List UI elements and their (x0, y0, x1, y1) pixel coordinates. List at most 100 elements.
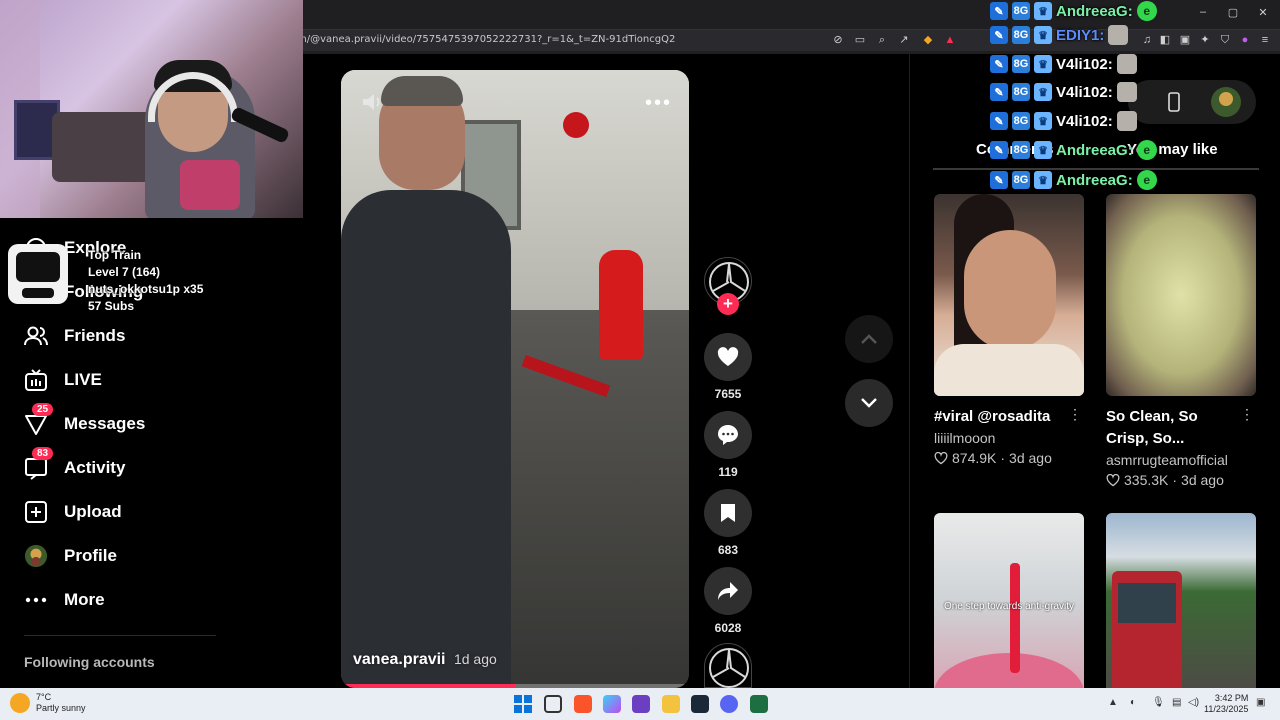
windows-start-icon[interactable] (514, 695, 532, 713)
floating-mini-toolbar (1128, 80, 1256, 124)
vip-badge-icon: ♛ (1034, 83, 1052, 101)
share-button[interactable] (704, 567, 752, 615)
author-handle[interactable]: vanea.pravii (353, 651, 446, 668)
microphone-icon[interactable]: 🎙 (1152, 697, 1165, 708)
sidebar-item-messages[interactable]: 25 Messages (24, 403, 145, 437)
save-action[interactable]: 683 (704, 489, 752, 557)
screen-icon[interactable]: ▭ (853, 33, 867, 47)
vpn-icon[interactable]: ⛉ (1218, 33, 1232, 47)
kebab-menu-icon[interactable]: ⋮ (1240, 406, 1254, 423)
sidebar-item-profile[interactable]: Profile (24, 543, 117, 569)
notification-icon[interactable]: ▣ (1256, 697, 1265, 708)
mod-badge-icon: ✎ (990, 112, 1008, 130)
sidebar-item-activity[interactable]: 83 Activity (24, 447, 125, 481)
file-explorer-icon[interactable] (662, 695, 680, 713)
copilot-icon[interactable] (603, 695, 621, 713)
music-icon[interactable]: ♫ (1140, 33, 1154, 47)
wallet-icon[interactable]: ▣ (1178, 33, 1192, 47)
follow-button[interactable]: + (717, 293, 739, 315)
app-icon[interactable] (632, 695, 650, 713)
address-bar[interactable]: m/@vanea.pravii/video/757547539705222273… (297, 29, 1280, 51)
task-view-icon[interactable] (544, 695, 562, 713)
card-date: 3d ago (1009, 450, 1052, 466)
clock-time: 3:42 PM (1214, 693, 1249, 703)
tray-overflow-icon[interactable]: ▲ (1108, 697, 1118, 708)
sidebar-item-upload[interactable]: Upload (24, 499, 122, 525)
dot-separator: · (1172, 472, 1178, 488)
heart-outline-icon (1106, 473, 1120, 486)
brave-shield-icon[interactable]: ◆ (921, 33, 935, 47)
thumbnail-caption: One step towards anti-gravity (943, 601, 1075, 612)
weather-widget[interactable]: 7°C Partly sunny (10, 692, 86, 714)
subscriber-badge-icon: 8G (1012, 2, 1030, 20)
card-username[interactable]: asmrrugteamofficial (1106, 452, 1256, 468)
chat-emote-icon (1116, 111, 1137, 131)
previous-video-button[interactable] (845, 315, 893, 363)
url-text[interactable]: m/@vanea.pravii/video/757547539705222273… (297, 34, 675, 45)
sidebar-item-friends[interactable]: Friends (24, 323, 125, 349)
more-icon (24, 588, 48, 612)
weather-temp: 7°C (36, 692, 52, 702)
card-username[interactable]: liiiilmooon (934, 430, 1084, 446)
comment-action[interactable]: 119 (704, 411, 752, 479)
sound-disc[interactable] (704, 643, 752, 688)
kebab-menu-icon[interactable]: ⋮ (1068, 406, 1082, 423)
extension-icon[interactable]: ⊘ (831, 33, 845, 47)
chat-emote-icon (1116, 82, 1137, 102)
vip-badge-icon: ♛ (1034, 171, 1052, 189)
card-title[interactable]: #viral @rosadita (934, 406, 1070, 428)
brave-browser-icon[interactable] (574, 695, 592, 713)
video-thumbnail[interactable] (1106, 513, 1256, 688)
sidebar-toggle-icon[interactable]: ◧ (1158, 33, 1172, 47)
tray-app-icon[interactable]: ◐ (1130, 697, 1136, 708)
rewards-icon[interactable]: ▲ (943, 33, 957, 47)
chevron-up-icon (861, 334, 877, 344)
volume-tray-icon[interactable]: ◁) (1188, 697, 1199, 708)
discord-icon[interactable] (720, 695, 738, 713)
more-options-icon[interactable]: ••• (645, 92, 672, 115)
sidebar-item-more[interactable]: More (24, 587, 105, 613)
recommended-card[interactable]: One step towards anti-gravity (934, 513, 1084, 688)
video-thumbnail[interactable] (1106, 194, 1256, 396)
comment-button[interactable] (704, 411, 752, 459)
puzzle-icon[interactable]: ✦ (1198, 33, 1212, 47)
close-icon[interactable]: ✕ (1253, 6, 1273, 19)
heart-icon (717, 347, 739, 366)
excel-icon[interactable] (750, 695, 768, 713)
minimize-icon[interactable]: – (1193, 6, 1213, 18)
video-frame-person (341, 190, 511, 688)
volume-icon[interactable] (361, 92, 385, 112)
next-video-button[interactable] (845, 379, 893, 427)
share-action[interactable]: 6028 (704, 567, 752, 635)
network-icon[interactable]: ▤ (1172, 697, 1181, 708)
card-stats: 335.3K · 3d ago (1106, 472, 1256, 488)
card-title[interactable]: So Clean, So Crisp, So... (1106, 406, 1242, 450)
chat-message: ✎ 8G ♛ AndreeaG: e (990, 139, 1157, 161)
sidebar-item-live[interactable]: LIVE (24, 367, 102, 393)
like-button[interactable] (704, 333, 752, 381)
maximize-icon[interactable]: ▢ (1223, 6, 1243, 19)
menu-icon[interactable]: ≡ (1258, 33, 1272, 47)
recommended-card[interactable]: So Clean, So Crisp, So... ⋮ asmrrugteamo… (1106, 194, 1256, 488)
following-accounts-heading: Following accounts (24, 654, 155, 670)
zoom-icon[interactable]: ⌕ (875, 33, 889, 47)
recommended-card[interactable] (1106, 513, 1256, 688)
video-player[interactable]: ••• vanea.pravii 1d ago (341, 70, 689, 688)
leo-icon[interactable]: ● (1238, 33, 1252, 47)
steam-icon[interactable] (691, 695, 709, 713)
share-icon[interactable]: ↗ (897, 33, 911, 47)
messages-icon: 25 (24, 403, 54, 436)
like-count: 7655 (714, 387, 742, 401)
save-button[interactable] (704, 489, 752, 537)
system-clock[interactable]: 3:42 PM 11/23/2025 (1204, 693, 1248, 715)
activity-icon: 83 (24, 447, 54, 480)
chat-message: ✎ 8G ♛ V4li102: (990, 81, 1137, 103)
like-action[interactable]: 7655 (704, 333, 752, 401)
chat-message: ✎ 8G ♛ EDIY1: (990, 24, 1129, 46)
video-thumbnail[interactable] (934, 194, 1084, 396)
video-author[interactable]: vanea.pravii 1d ago (353, 651, 497, 669)
video-thumbnail[interactable]: One step towards anti-gravity (934, 513, 1084, 688)
chat-username: AndreeaG: (1056, 141, 1133, 159)
shirt-graphic (180, 160, 240, 210)
recommended-card[interactable]: #viral @rosadita ⋮ liiiilmooon 874.9K · … (934, 194, 1084, 466)
